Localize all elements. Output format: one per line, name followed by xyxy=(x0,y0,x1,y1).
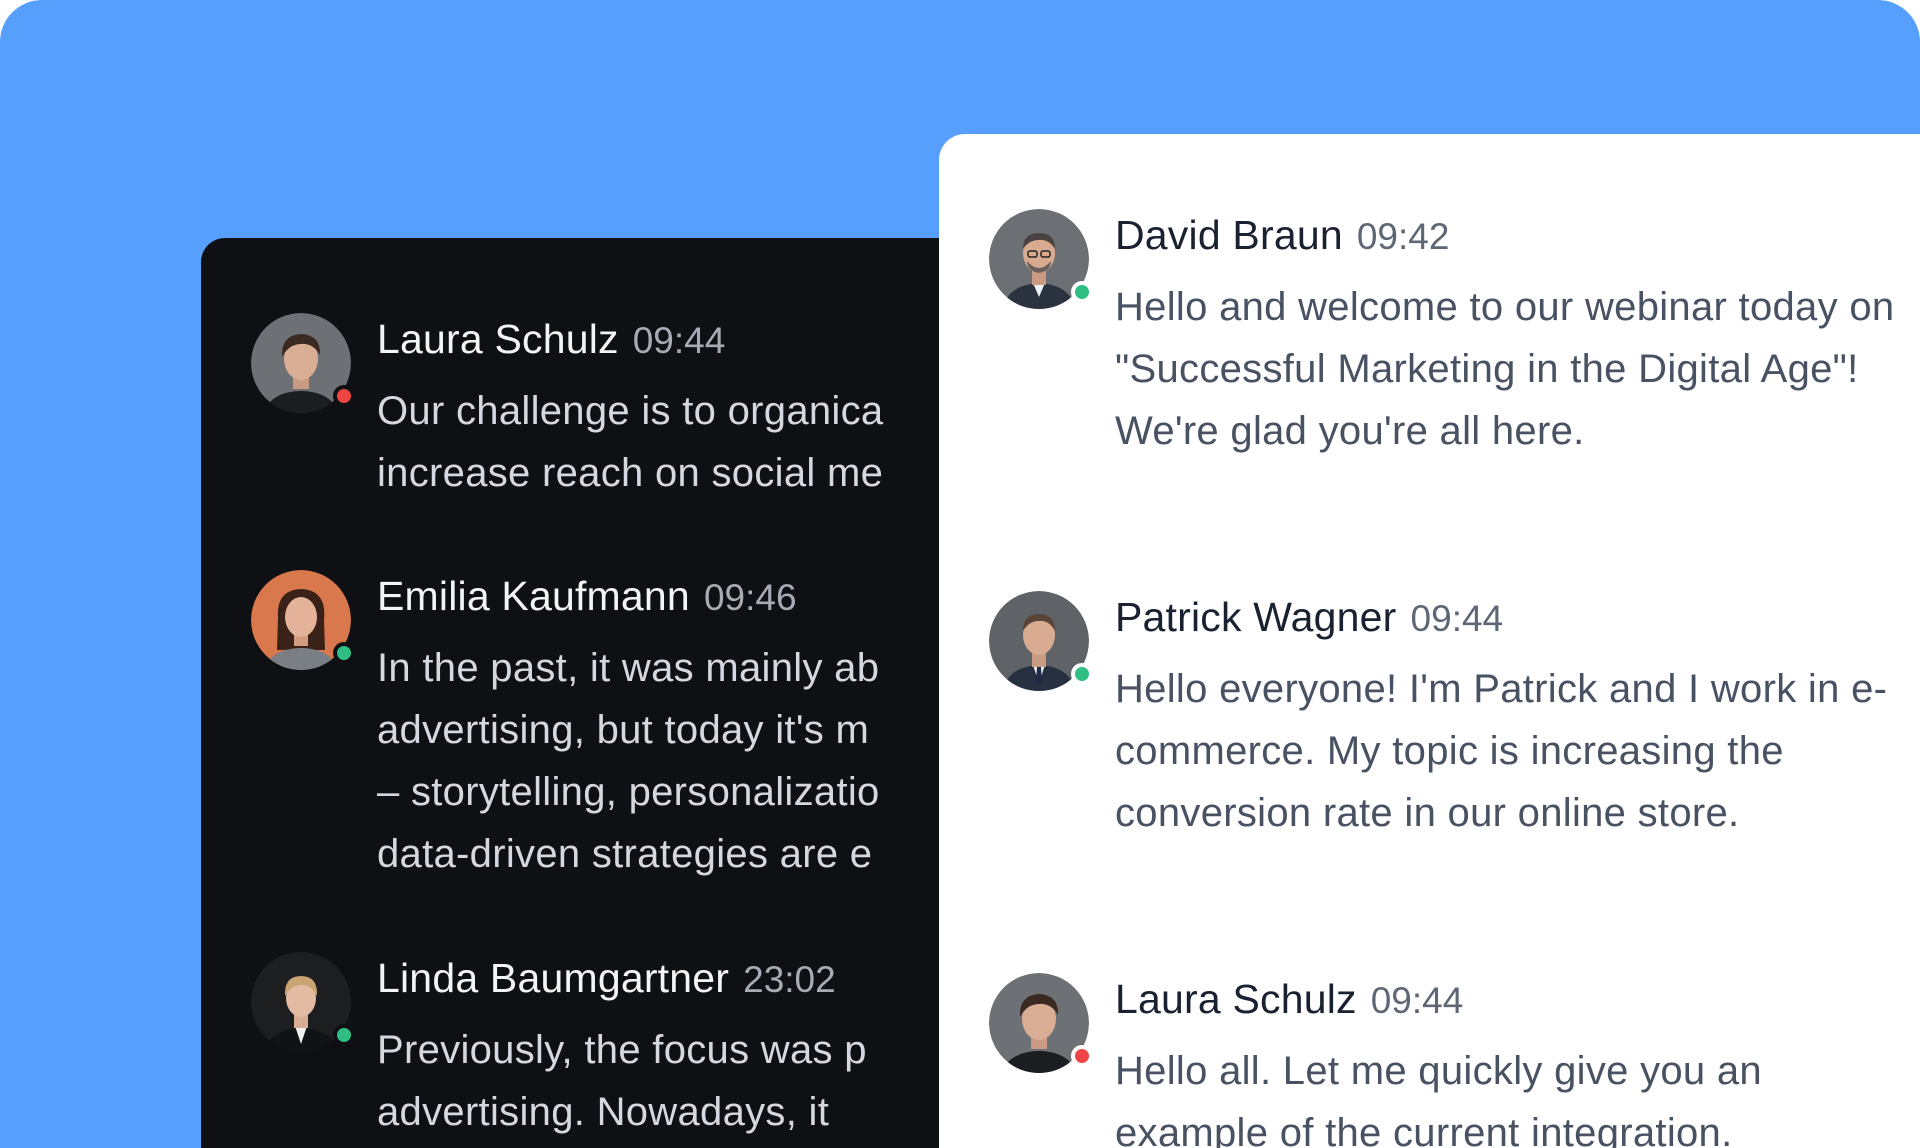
avatar[interactable] xyxy=(251,952,355,1052)
message-time: 23:02 xyxy=(743,959,836,1000)
avatar[interactable] xyxy=(251,313,355,413)
hero-background: Laura Schulz 09:44 Our challenge is to or… xyxy=(0,0,1920,1148)
sender-name: Patrick Wagner xyxy=(1115,594,1397,640)
sender-name: Laura Schulz xyxy=(1115,976,1357,1022)
sender-name: Emilia Kaufmann xyxy=(377,573,690,619)
message-time: 09:44 xyxy=(632,320,726,361)
message-text: Hello everyone! I'm Patrick and I work i… xyxy=(1115,667,1888,835)
sender-name: David Braun xyxy=(1115,212,1343,258)
message-time: 09:42 xyxy=(1356,216,1450,257)
avatar[interactable] xyxy=(251,570,355,670)
message-time: 09:44 xyxy=(1370,980,1464,1021)
status-busy-icon xyxy=(1071,1045,1093,1067)
message-time: 09:44 xyxy=(1410,598,1504,639)
sender-name: Linda Baumgartner xyxy=(377,955,730,1001)
message-text: Our challenge is to organica increase re… xyxy=(377,389,884,495)
status-online-icon xyxy=(1071,281,1093,303)
avatar[interactable] xyxy=(989,973,1093,1073)
avatar[interactable] xyxy=(989,209,1093,309)
status-busy-icon xyxy=(333,385,355,407)
sender-name: Laura Schulz xyxy=(377,316,619,362)
light-chat-panel: David Braun 09:42 Hello and welcome to ou… xyxy=(939,134,1920,1148)
dark-chat-panel: Laura Schulz 09:44 Our challenge is to or… xyxy=(201,238,1001,1148)
status-online-icon xyxy=(333,642,355,664)
message-time: 09:46 xyxy=(703,577,797,618)
message-text: Previously, the focus was p advertising.… xyxy=(377,1028,867,1134)
avatar[interactable] xyxy=(989,591,1093,691)
status-online-icon xyxy=(333,1024,355,1046)
message-text: Hello and welcome to our webinar today o… xyxy=(1115,285,1895,453)
status-online-icon xyxy=(1071,663,1093,685)
message-text: In the past, it was mainly ab advertisin… xyxy=(377,646,880,876)
message-text: Hello all. Let me quickly give you an ex… xyxy=(1115,1049,1762,1148)
